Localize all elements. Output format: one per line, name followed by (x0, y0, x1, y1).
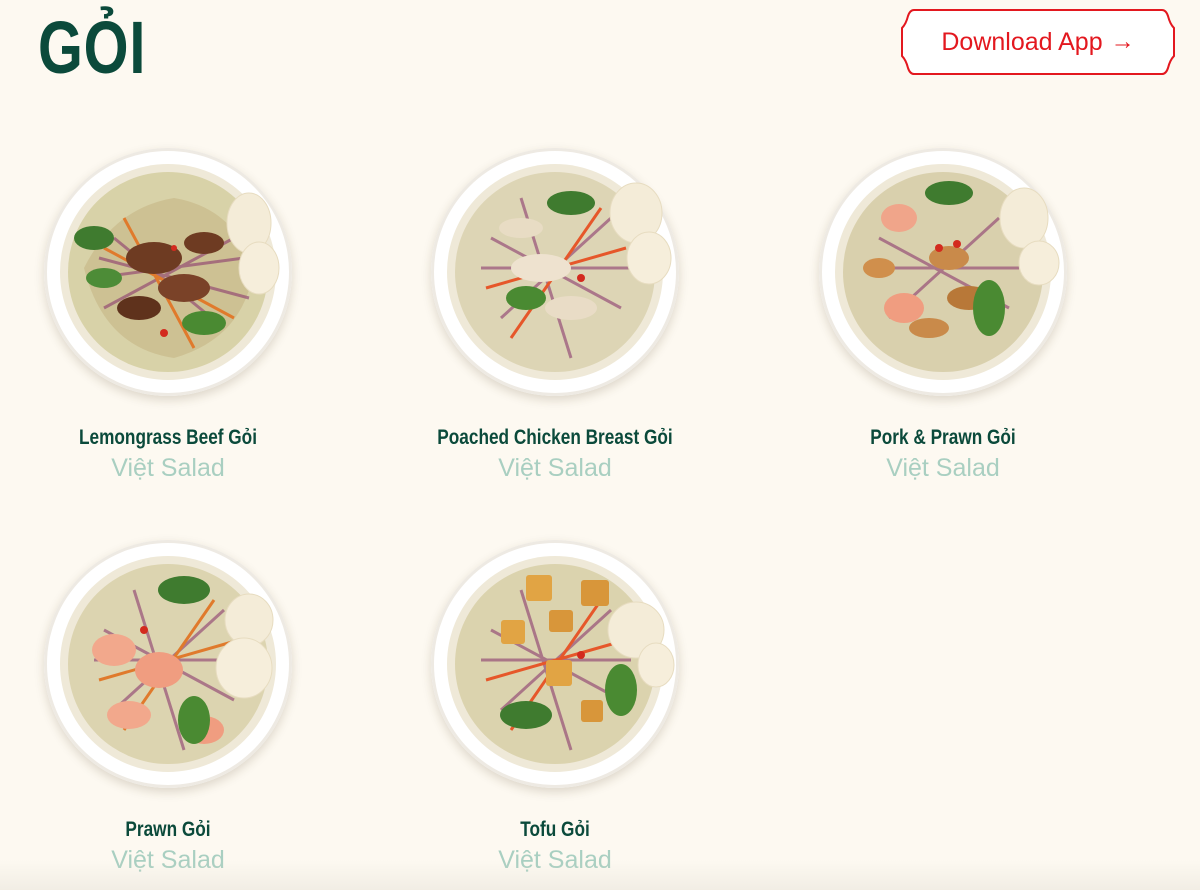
menu-item-pork-prawn[interactable]: Pork & Prawn Gỏi Việt Salad (793, 148, 1093, 488)
dish-name: Poached Chicken Breast Gỏi (437, 426, 673, 449)
dish-image (44, 148, 292, 396)
dish-subtitle: Việt Salad (886, 454, 1000, 482)
dish-subtitle: Việt Salad (498, 454, 612, 482)
dish-image (431, 540, 679, 788)
menu-item-prawn[interactable]: Prawn Gỏi Việt Salad (18, 540, 318, 880)
dish-name: Pork & Prawn Gỏi (870, 426, 1016, 449)
dish-name: Lemongrass Beef Gỏi (79, 426, 257, 449)
dish-name: Prawn Gỏi (125, 818, 211, 841)
menu-item-poached-chicken[interactable]: Poached Chicken Breast Gỏi Việt Salad (405, 148, 705, 488)
dish-image (819, 148, 1067, 396)
dish-image (431, 148, 679, 396)
menu-item-lemongrass-beef[interactable]: Lemongrass Beef Gỏi Việt Salad (18, 148, 318, 488)
menu-grid: Lemongrass Beef Gỏi Việt Salad Poached C… (0, 0, 1200, 890)
bottom-fade (0, 860, 1200, 890)
dish-name: Tofu Gỏi (520, 818, 590, 841)
dish-image (44, 540, 292, 788)
dish-subtitle: Việt Salad (111, 454, 225, 482)
menu-item-tofu[interactable]: Tofu Gỏi Việt Salad (405, 540, 705, 880)
